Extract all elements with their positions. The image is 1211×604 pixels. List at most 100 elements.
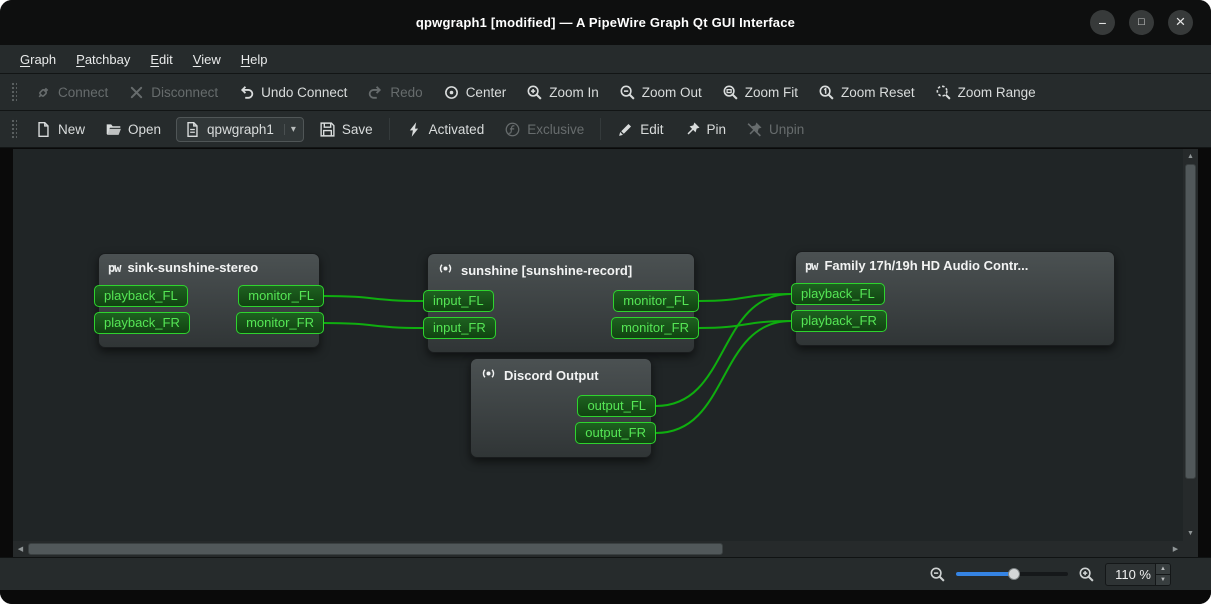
close-icon: ×: [1176, 13, 1186, 30]
connection-sink-monitor_FR-to-sunshine-input_FR[interactable]: [324, 323, 423, 328]
zoom-spin-up-icon[interactable]: ▲: [1156, 564, 1170, 575]
node-sink[interactable]: pwsink-sunshine-stereoplayback_FLmonitor…: [98, 253, 320, 348]
scroll-down-arrow-icon[interactable]: ▼: [1183, 526, 1198, 541]
zoom-range-button[interactable]: Zoom Range: [926, 79, 1045, 106]
close-button[interactable]: ×: [1168, 10, 1193, 35]
pin-button[interactable]: Pin: [675, 116, 736, 143]
zoom-out-icon[interactable]: [929, 566, 946, 583]
horizontal-scroll-track[interactable]: [28, 541, 1168, 557]
open-button[interactable]: Open: [96, 116, 170, 143]
node-title-text: Family 17h/19h HD Audio Contr...: [824, 258, 1028, 273]
connection-sunshine-monitor_FR-to-family-playback_FR[interactable]: [699, 321, 791, 328]
undo-icon: [238, 84, 255, 101]
canvas-row: pwsink-sunshine-stereoplayback_FLmonitor…: [13, 149, 1198, 541]
toolbar-button-label: Disconnect: [151, 85, 218, 100]
statusbar: 110 % ▲ ▼: [0, 557, 1211, 590]
toolbar-button-label: Zoom Reset: [841, 85, 915, 100]
menu-edit[interactable]: Edit: [140, 45, 182, 73]
scrollbar-corner: [1183, 541, 1198, 557]
node-family[interactable]: pwFamily 17h/19h HD Audio Contr...playba…: [795, 251, 1115, 346]
combo-dropdown-arrow-icon: ▾: [284, 124, 296, 135]
exclusive-button[interactable]: Exclusive: [495, 116, 593, 143]
zoom-fit-button[interactable]: Zoom Fit: [713, 79, 807, 106]
vertical-scroll-thumb[interactable]: [1185, 164, 1196, 479]
zoom-in-icon[interactable]: [1078, 566, 1095, 583]
port-row: playback_FRmonitor_FR: [99, 312, 319, 334]
disconnect-button[interactable]: Disconnect: [119, 79, 227, 106]
menu-graph[interactable]: Graph: [10, 45, 66, 73]
undo-connect-button[interactable]: Undo Connect: [229, 79, 356, 106]
node-title-text: Discord Output: [504, 368, 599, 383]
zoom-slider[interactable]: [956, 566, 1068, 582]
node-sunshine[interactable]: sunshine [sunshine-record]input_FLmonito…: [427, 253, 695, 353]
toolbar-handle[interactable]: [10, 118, 17, 140]
port-input_FR[interactable]: input_FR: [423, 317, 496, 339]
toolbar-button-label: Connect: [58, 85, 108, 100]
zoom-in-button[interactable]: Zoom In: [517, 79, 608, 106]
center-icon: [443, 84, 460, 101]
unpin-button[interactable]: Unpin: [737, 116, 813, 143]
app-window: qpwgraph1 [modified] — A PipeWire Graph …: [0, 0, 1211, 604]
port-spacer: [471, 395, 472, 417]
patchbay-select-combo[interactable]: qpwgraph1▾: [176, 117, 304, 142]
port-playback_FR[interactable]: playback_FR: [94, 312, 190, 334]
port-monitor_FL[interactable]: monitor_FL: [613, 290, 699, 312]
horizontal-scrollbar[interactable]: ◀ ▶: [13, 541, 1183, 557]
port-monitor_FR[interactable]: monitor_FR: [611, 317, 699, 339]
activated-button[interactable]: Activated: [397, 116, 494, 143]
toolbar-button-label: Zoom In: [549, 85, 599, 100]
center-button[interactable]: Center: [434, 79, 516, 106]
zoom-reset-button[interactable]: Zoom Reset: [809, 79, 924, 106]
zoom-spinbox[interactable]: 110 % ▲ ▼: [1105, 563, 1171, 586]
port-playback_FL[interactable]: playback_FL: [791, 283, 885, 305]
toolbar-button-label: Redo: [390, 85, 422, 100]
port-monitor_FL[interactable]: monitor_FL: [238, 285, 324, 307]
scroll-left-arrow-icon[interactable]: ◀: [13, 541, 28, 557]
connection-sink-monitor_FL-to-sunshine-input_FL[interactable]: [324, 296, 423, 301]
menu-view[interactable]: View: [183, 45, 231, 73]
minimize-button[interactable]: −: [1090, 10, 1115, 35]
edit-button[interactable]: Edit: [608, 116, 672, 143]
menu-patchbay[interactable]: Patchbay: [66, 45, 140, 73]
zoom-slider-handle[interactable]: [1008, 568, 1020, 580]
toolbar-button-label: Activated: [429, 122, 485, 137]
open-icon: [105, 121, 122, 138]
menu-help[interactable]: Help: [231, 45, 278, 73]
edit-icon: [617, 121, 634, 138]
new-button[interactable]: New: [26, 116, 94, 143]
zoom-out-button[interactable]: Zoom Out: [610, 79, 711, 106]
toolbar-button-label: Zoom Out: [642, 85, 702, 100]
node-discord[interactable]: Discord Outputoutput_FLoutput_FR: [470, 358, 652, 458]
port-monitor_FR[interactable]: monitor_FR: [236, 312, 324, 334]
horizontal-scroll-thumb[interactable]: [28, 543, 723, 555]
window-title: qpwgraph1 [modified] — A PipeWire Graph …: [0, 15, 1211, 30]
vertical-scroll-track[interactable]: [1183, 164, 1198, 526]
vertical-scrollbar[interactable]: ▲ ▼: [1183, 149, 1198, 541]
pin-icon: [684, 121, 701, 138]
hscroll-row: ◀ ▶: [13, 541, 1198, 557]
redo-button[interactable]: Redo: [358, 79, 431, 106]
toolbar-graph: Connect Disconnect Undo Connect Redo Center Z…: [0, 74, 1211, 111]
port-playback_FR[interactable]: playback_FR: [791, 310, 887, 332]
scroll-right-arrow-icon[interactable]: ▶: [1168, 541, 1183, 557]
activated-icon: [406, 121, 423, 138]
connect-button[interactable]: Connect: [26, 79, 117, 106]
port-output_FR[interactable]: output_FR: [575, 422, 656, 444]
port-row: output_FL: [471, 395, 651, 417]
maximize-button[interactable]: □: [1129, 10, 1154, 35]
port-output_FL[interactable]: output_FL: [577, 395, 656, 417]
toolbar-button-label: Open: [128, 122, 161, 137]
zoom-slider-fill: [956, 572, 1014, 576]
save-button[interactable]: Save: [310, 116, 382, 143]
port-input_FL[interactable]: input_FL: [423, 290, 494, 312]
scroll-up-arrow-icon[interactable]: ▲: [1183, 149, 1198, 164]
zoom-spin-down-icon[interactable]: ▼: [1156, 575, 1170, 585]
zoom-value[interactable]: 110 %: [1106, 564, 1155, 585]
port-row: input_FLmonitor_FL: [428, 290, 694, 312]
pipewire-icon: pw: [805, 259, 817, 273]
port-playback_FL[interactable]: playback_FL: [94, 285, 188, 307]
graph-canvas[interactable]: pwsink-sunshine-stereoplayback_FLmonitor…: [13, 149, 1183, 541]
toolbar-handle[interactable]: [10, 81, 17, 103]
port-spacer: [1113, 310, 1114, 332]
connection-sunshine-monitor_FL-to-family-playback_FL[interactable]: [699, 294, 791, 301]
